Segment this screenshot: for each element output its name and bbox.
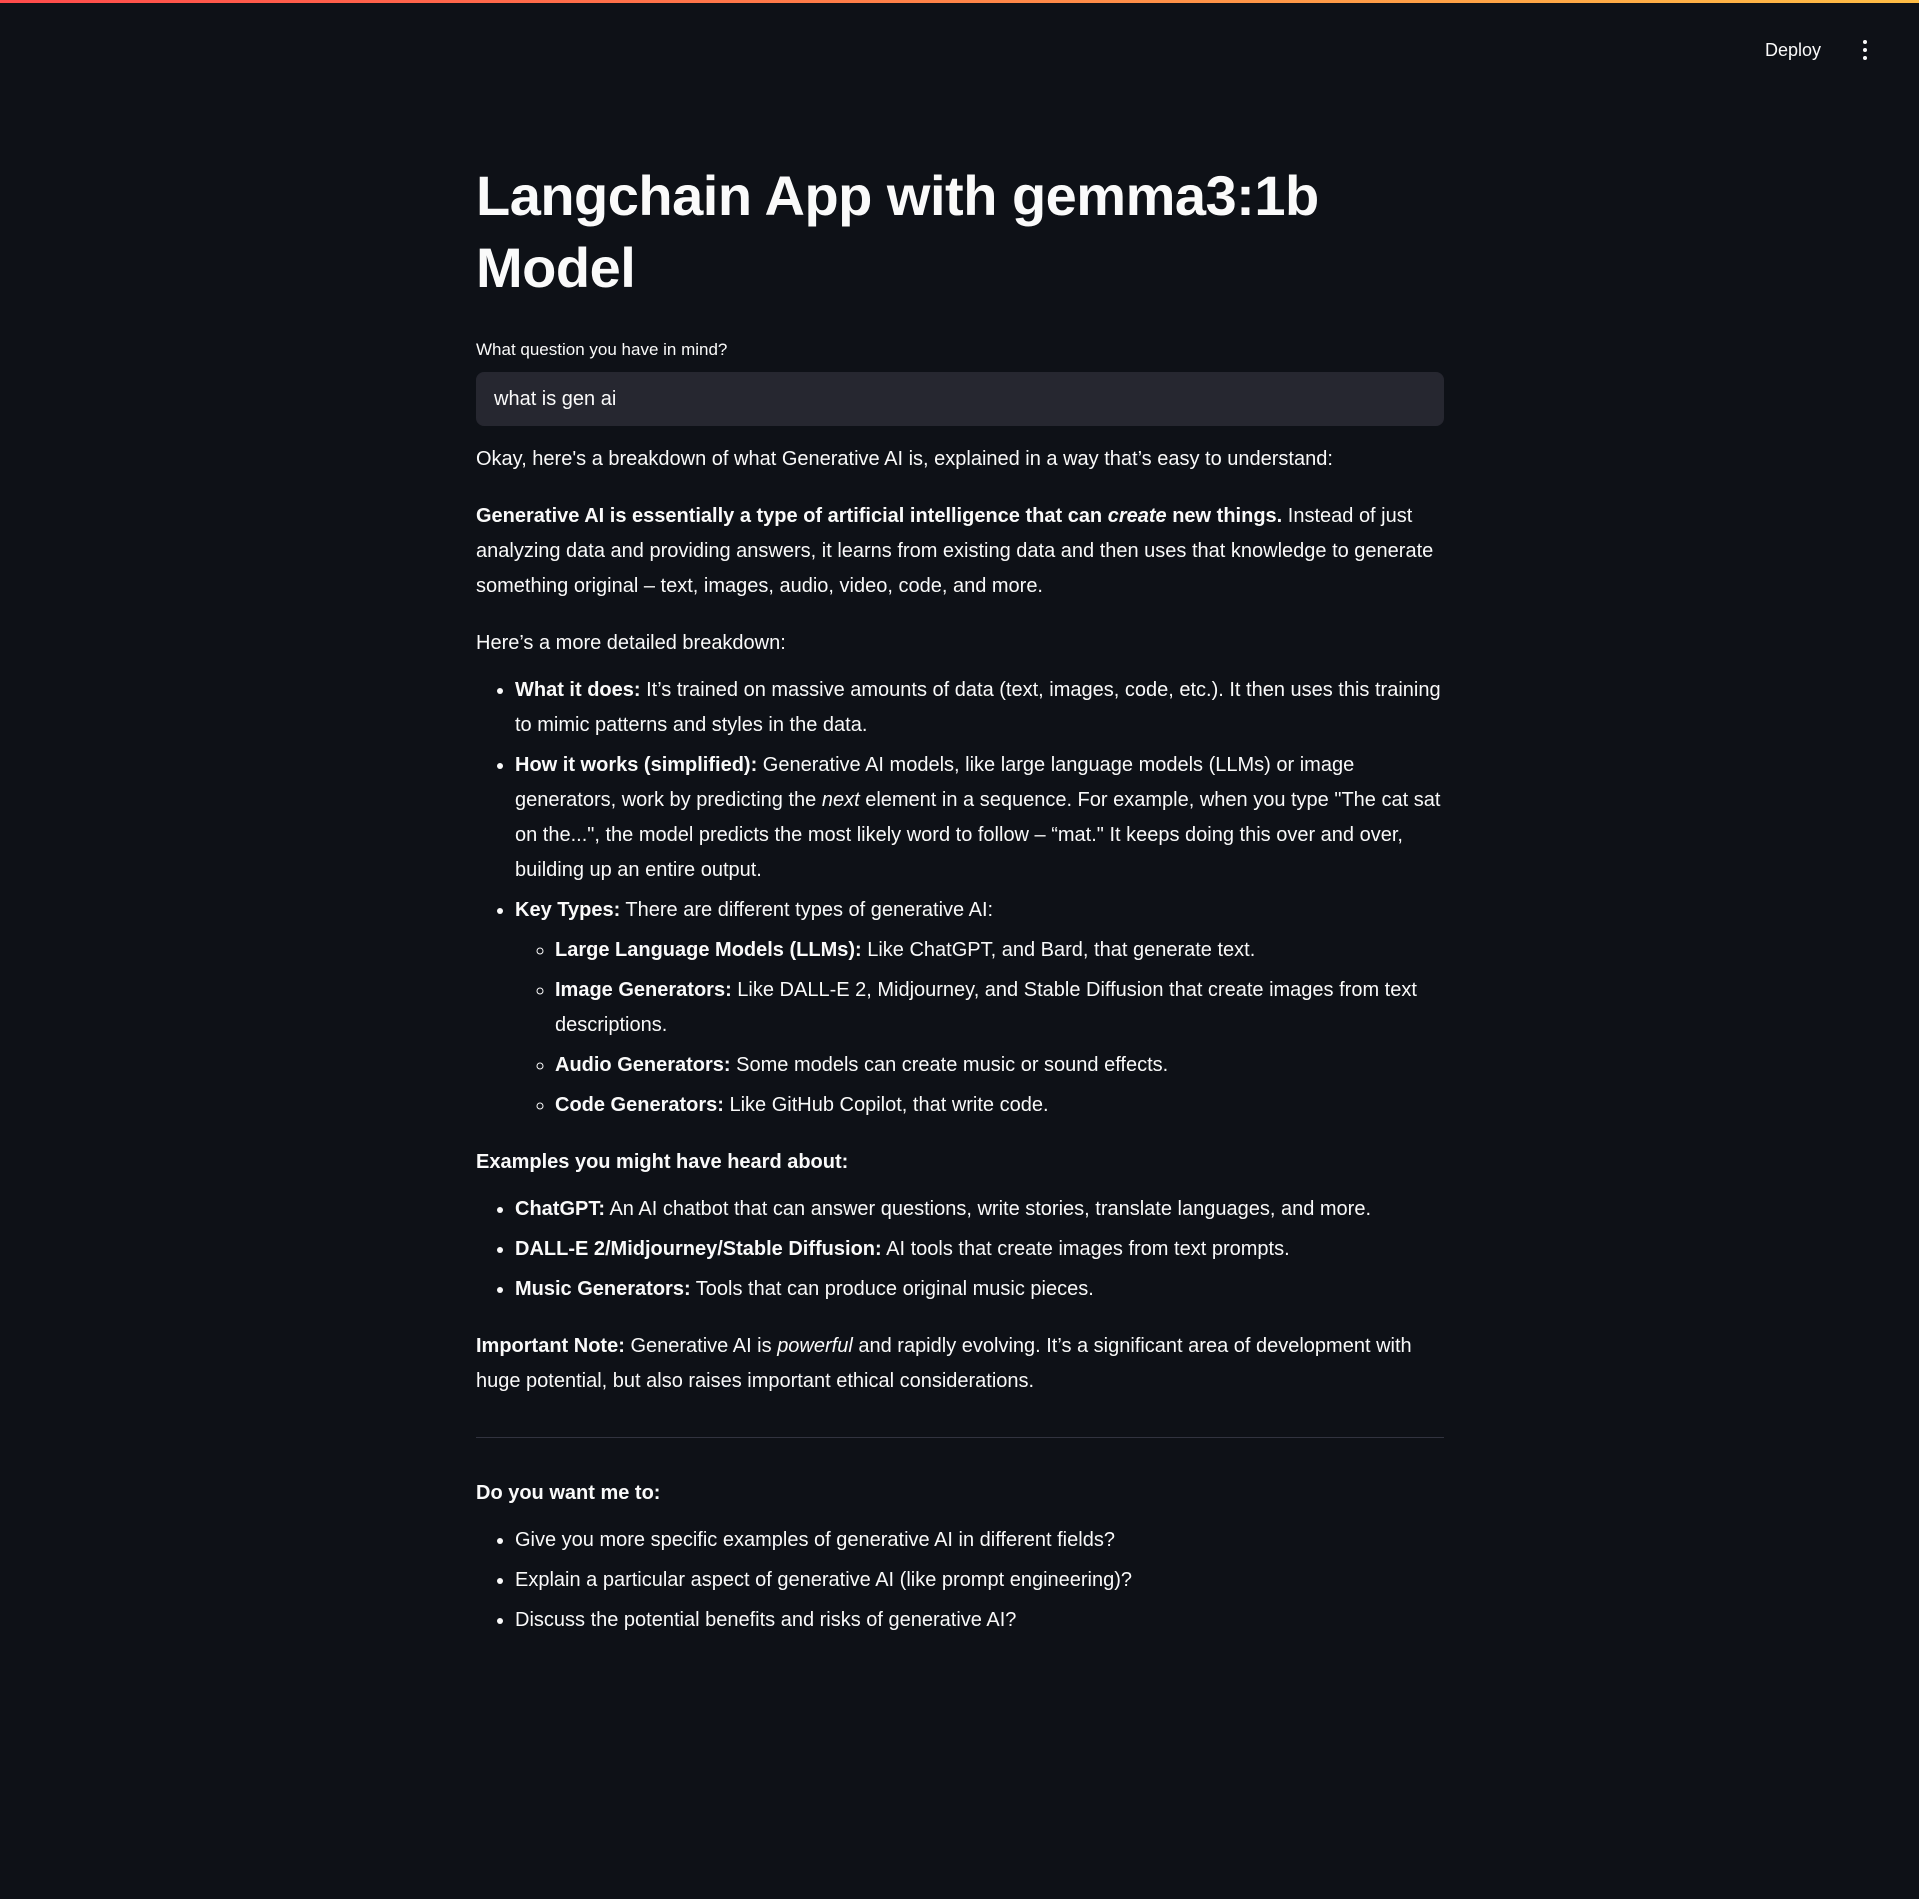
list-item-term: Music Generators: [515,1278,691,1300]
examples-list: ChatGPT: An AI chatbot that can answer q… [476,1192,1444,1307]
breakdown-list: What it does: It’s trained on massive am… [476,673,1444,1123]
definition-bold: Generative AI is essentially a type of a… [476,505,1282,527]
menu-dot [1863,40,1867,44]
list-item: Explain a particular aspect of generativ… [515,1563,1444,1598]
list-item-text: Tools that can produce original music pi… [690,1278,1094,1300]
sublist-item: Audio Generators: Some models can create… [555,1048,1444,1083]
list-item: ChatGPT: An AI chatbot that can answer q… [515,1192,1444,1227]
sublist-item: Code Generators: Like GitHub Copilot, th… [555,1088,1444,1123]
list-item-term: How it works (simplified): [515,754,758,776]
list-item: Music Generators: Tools that can produce… [515,1272,1444,1307]
key-types-sublist: Large Language Models (LLMs): Like ChatG… [515,933,1444,1123]
list-item: What it does: It’s trained on massive am… [515,673,1444,743]
sublist-item-text: Like GitHub Copilot, that write code. [723,1094,1049,1116]
sublist-item: Image Generators: Like DALL-E 2, Midjour… [555,973,1444,1043]
list-item: How it works (simplified): Generative AI… [515,748,1444,888]
divider [476,1437,1444,1438]
examples-heading: Examples you might have heard about: [476,1145,1444,1180]
question-input-label: What question you have in mind? [476,340,728,359]
examples-heading-text: Examples you might have heard about: [476,1151,849,1173]
sublist-item-term: Image Generators: [555,979,732,1001]
followup-heading-text: Do you want me to: [476,1482,661,1504]
kebab-menu-icon[interactable] [1853,32,1877,68]
followup-list: Give you more specific examples of gener… [476,1523,1444,1638]
list-item-term: What it does: [515,679,641,701]
list-item-term: Key Types: [515,899,621,921]
sublist-item-term: Code Generators: [555,1094,724,1116]
note-italic: powerful [777,1335,853,1357]
breakdown-intro: Here’s a more detailed breakdown: [476,632,786,654]
top-decoration-bar [0,0,1919,3]
list-item-term: DALL-E 2/Midjourney/Stable Diffusion: [515,1238,882,1260]
definition-bold-start: Generative AI is essentially a type of a… [476,505,1108,527]
note-text: Generative AI is [624,1335,778,1357]
list-item: Give you more specific examples of gener… [515,1523,1444,1558]
menu-dot [1863,56,1867,60]
list-item-text: It’s trained on massive amounts of data … [515,679,1441,736]
list-item: DALL-E 2/Midjourney/Stable Diffusion: AI… [515,1232,1444,1267]
answer-intro: Okay, here's a breakdown of what Generat… [476,448,1333,470]
list-item-term: ChatGPT: [515,1198,605,1220]
sublist-item-term: Audio Generators: [555,1054,731,1076]
definition-bold-italic: create [1107,505,1167,527]
page-title: Langchain App with gemma3:1b Model [476,164,1319,299]
definition-bold-end: new things. [1166,505,1283,527]
note-term: Important Note: [476,1335,625,1357]
followup-heading: Do you want me to: [476,1476,1444,1511]
main-content: Langchain App with gemma3:1b Model What … [476,160,1444,1660]
question-input[interactable] [476,372,1444,426]
sublist-item-term: Large Language Models (LLMs): [555,939,862,961]
list-item: Key Types: There are different types of … [515,893,1444,1123]
menu-dot [1863,48,1867,52]
list-item-text: There are different types of generative … [620,899,994,921]
deploy-button[interactable]: Deploy [1755,34,1831,67]
answer-markdown: Okay, here's a breakdown of what Generat… [476,442,1444,1638]
list-item-text: An AI chatbot that can answer questions,… [605,1198,1371,1220]
list-item-text: AI tools that create images from text pr… [881,1238,1290,1260]
answer-definition: Generative AI is essentially a type of a… [476,499,1444,604]
sublist-item-text: Some models can create music or sound ef… [730,1054,1169,1076]
app-toolbar: Deploy [1755,30,1919,70]
important-note: Important Note: Generative AI is powerfu… [476,1329,1444,1399]
sublist-item-text: Like ChatGPT, and Bard, that generate te… [861,939,1256,961]
sublist-item: Large Language Models (LLMs): Like ChatG… [555,933,1444,968]
list-item: Discuss the potential benefits and risks… [515,1603,1444,1638]
list-item-italic: next [821,789,860,811]
